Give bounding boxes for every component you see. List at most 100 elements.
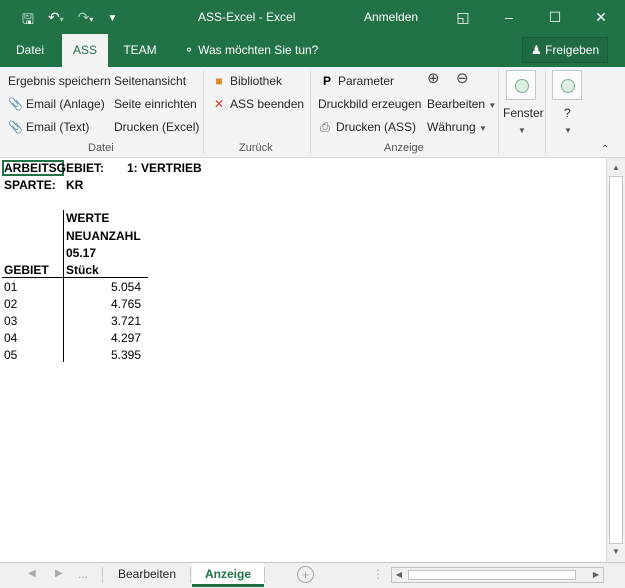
bibliothek-label: Bibliothek — [230, 74, 283, 88]
column-header-period: 05.17 — [66, 246, 97, 260]
parameter-label: Parameter — [338, 74, 395, 88]
table-row-wert: 5.395 — [110, 348, 141, 362]
save-icon[interactable]: 🖫 — [22, 10, 34, 28]
scroll-thumb[interactable] — [408, 570, 576, 580]
column-header-neuanzahl: NEUANZAHL — [66, 229, 141, 243]
redo-icon[interactable]: ↷▾ — [78, 8, 94, 29]
person-icon: ♟ — [531, 43, 542, 57]
druckbild-erzeugen-button[interactable]: Druckbild erzeugen — [318, 95, 421, 113]
signin-link[interactable]: Anmelden — [364, 10, 418, 24]
tab-ass[interactable]: ASS — [62, 34, 108, 67]
parameter-icon: P — [322, 74, 331, 88]
scroll-thumb[interactable] — [609, 176, 623, 544]
zoom-in-icon[interactable]: ⊕ — [427, 70, 440, 88]
tab-separator — [102, 567, 103, 583]
tell-me-box[interactable]: ⚬ Was möchten Sie tun? — [184, 34, 318, 67]
drucken-ass-button[interactable]: ⎙ Drucken (ASS) — [318, 118, 416, 136]
table-header-rule — [2, 277, 148, 278]
undo-icon[interactable]: ↶▾ — [48, 8, 64, 29]
table-row-wert: 4.297 — [110, 331, 141, 345]
zoom-out-icon[interactable]: ⊖ — [456, 70, 469, 88]
sheet-tabs-bar: ◀ ▶ ... Bearbeiten Anzeige + ⋮ ◀ ▶ — [0, 562, 625, 588]
maximize-icon[interactable]: ☐ — [546, 8, 564, 26]
close-icon[interactable]: ✕ — [592, 8, 610, 26]
vertical-scrollbar[interactable]: ▲ ▼ — [606, 158, 625, 562]
sheet-tab-anzeige[interactable]: Anzeige — [192, 563, 264, 587]
ribbon-tabs: Datei ASS TEAM ⚬ Was möchten Sie tun? ♟ F… — [0, 34, 625, 67]
fenster-icon[interactable] — [506, 70, 536, 100]
scroll-down-icon[interactable]: ▼ — [607, 544, 625, 560]
table-row-gebiet: 02 — [4, 297, 18, 311]
share-label: Freigeben — [545, 43, 600, 57]
chevron-down-icon: ▼ — [479, 124, 487, 133]
library-icon: ■ — [215, 74, 223, 88]
collapse-ribbon-icon[interactable]: ⌃ — [601, 144, 609, 155]
paperclip-icon: 📎 — [8, 120, 23, 134]
customize-qat-icon[interactable]: ▼ — [107, 10, 117, 28]
group-separator — [203, 71, 204, 153]
tell-me-text: Was möchten Sie tun? — [198, 43, 319, 57]
quick-access-toolbar: 🖫 ↶▾ ↷▾ ▼ — [22, 8, 117, 29]
lightbulb-icon: ⚬ — [184, 43, 195, 57]
table-row-gebiet: 05 — [4, 348, 18, 362]
scroll-right-icon[interactable]: ▶ — [589, 568, 603, 582]
waehrung-label: Währung — [427, 120, 476, 134]
tab-separator — [190, 567, 191, 583]
tab-separator — [264, 567, 265, 583]
table-vertical-rule — [63, 210, 64, 362]
help-label[interactable]: ? — [564, 104, 571, 122]
sheet-tab-bearbeiten[interactable]: Bearbeiten — [104, 563, 190, 587]
prev-sheet-icon[interactable]: ◀ — [28, 568, 36, 579]
waehrung-dropdown[interactable]: Währung ▼ — [427, 118, 487, 136]
group-separator — [498, 71, 499, 153]
horizontal-scrollbar[interactable]: ◀ ▶ — [391, 567, 604, 583]
ergebnis-speichern-button[interactable]: Ergebnis speichern — [8, 72, 111, 90]
email-anlage-button[interactable]: 📎 Email (Anlage) — [8, 95, 105, 113]
bibliothek-button[interactable]: ■ Bibliothek — [212, 72, 282, 90]
tab-datei[interactable]: Datei — [6, 34, 54, 67]
drucken-excel-button[interactable]: Drucken (Excel) — [114, 118, 199, 136]
drucken-ass-label: Drucken (ASS) — [336, 120, 417, 134]
title-bar: 🖫 ↶▾ ↷▾ ▼ ASS-Excel - Excel Anmelden ◱ –… — [0, 0, 625, 34]
header-value-sparte: KR — [66, 178, 84, 192]
group-label-datei: Datei — [88, 142, 114, 154]
ass-beenden-button[interactable]: ✕ ASS beenden — [212, 95, 304, 113]
close-icon: ✕ — [213, 97, 225, 111]
header-label-sparte: SPARTE: — [4, 178, 56, 192]
table-row-gebiet: 01 — [4, 280, 18, 294]
chevron-down-icon[interactable]: ▼ — [564, 122, 572, 140]
group-label-zurueck: Zurück — [239, 142, 273, 154]
bearbeiten-dropdown[interactable]: Bearbeiten ▼ — [427, 95, 496, 113]
add-sheet-icon[interactable]: + — [297, 566, 314, 583]
group-separator — [310, 71, 311, 153]
table-row-gebiet: 04 — [4, 331, 18, 345]
share-button[interactable]: ♟ Freigeben — [522, 37, 608, 63]
window-title: ASS-Excel - Excel — [198, 10, 296, 24]
ribbon: Ergebnis speichern 📎 Email (Anlage) 📎 Emai… — [0, 67, 625, 158]
more-options-icon[interactable]: ⋮ — [372, 567, 384, 581]
table-row-wert: 5.054 — [110, 280, 141, 294]
scroll-left-icon[interactable]: ◀ — [392, 568, 406, 582]
email-text-button[interactable]: 📎 Email (Text) — [8, 118, 89, 136]
table-row-wert: 3.721 — [110, 314, 141, 328]
chevron-down-icon[interactable]: ▼ — [518, 122, 526, 140]
bearbeiten-label: Bearbeiten — [427, 97, 486, 111]
tab-team[interactable]: TEAM — [116, 34, 164, 67]
parameter-button[interactable]: P Parameter — [320, 72, 394, 90]
table-row-wert: 4.765 — [110, 297, 141, 311]
fenster-label[interactable]: Fenster — [503, 104, 544, 122]
minimize-icon[interactable]: – — [500, 8, 518, 26]
group-label-anzeige: Anzeige — [384, 142, 424, 154]
next-sheet-icon[interactable]: ▶ — [55, 568, 63, 579]
ribbon-display-options-icon[interactable]: ◱ — [454, 8, 472, 26]
seitenansicht-button[interactable]: Seitenansicht — [114, 72, 186, 90]
group-separator — [545, 71, 546, 153]
header-label-arbeitsgebiet: ARBEITSGEBIET: — [4, 161, 105, 175]
more-sheets-icon[interactable]: ... — [78, 567, 88, 581]
email-anlage-label: Email (Anlage) — [26, 97, 105, 111]
header-value-arbeitsgebiet: 1: VERTRIEB — [127, 161, 202, 175]
printer-icon: ⎙ — [320, 120, 330, 134]
seite-einrichten-button[interactable]: Seite einrichten — [114, 95, 197, 113]
scroll-up-icon[interactable]: ▲ — [607, 160, 625, 176]
help-icon[interactable] — [552, 70, 582, 100]
